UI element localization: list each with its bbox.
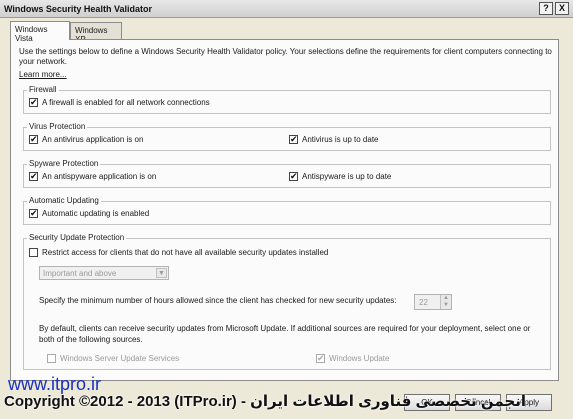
sources-description: By default, clients can receive security… [39, 324, 531, 344]
close-button[interactable]: X [555, 2, 569, 15]
checkbox-label: Windows Server Update Services [60, 354, 180, 363]
tab-windows-vista[interactable]: Windows Vista [10, 21, 70, 43]
learn-more-link[interactable]: Learn more... [19, 70, 67, 79]
checkbox-label: A firewall is enabled for all network co… [42, 98, 210, 107]
checkbox-box[interactable]: ✔ [29, 98, 38, 107]
firewall-checkbox[interactable]: ✔ A firewall is enabled for all network … [29, 98, 210, 107]
antivirus-up-to-date-checkbox[interactable]: ✔ Antivirus is up to date [289, 135, 378, 144]
group-legend: Firewall [27, 85, 59, 94]
checkbox-label: Restrict access for clients that do not … [42, 248, 329, 257]
checkbox-box[interactable]: ✔ [29, 135, 38, 144]
tab-windows-xp[interactable]: Windows XP [70, 22, 122, 44]
checkbox-box[interactable]: ✔ [289, 135, 298, 144]
help-icon: ? [543, 3, 549, 13]
checkbox-box[interactable]: ✔ [316, 354, 325, 363]
antivirus-on-checkbox[interactable]: ✔ An antivirus application is on [29, 135, 143, 144]
watermark-copyright: Copyright ©2012 - 2013 (ITPro.ir) - انجم… [4, 393, 527, 410]
hours-instruction: Specify the minimum number of hours allo… [39, 296, 397, 305]
antispyware-on-checkbox[interactable]: ✔ An antispyware application is on [29, 172, 156, 181]
severity-value: Important and above [43, 269, 117, 278]
checkbox-box[interactable]: ✔ [29, 172, 38, 181]
help-button[interactable]: ? [539, 2, 553, 15]
checkbox-label: Automatic updating is enabled [42, 209, 150, 218]
group-legend: Automatic Updating [27, 196, 101, 205]
wsus-checkbox[interactable]: Windows Server Update Services [47, 354, 179, 363]
hours-stepper[interactable]: 22 ▲ ▼ [414, 294, 452, 310]
spin-up-icon[interactable]: ▲ [440, 295, 451, 302]
checkbox-label: An antispyware application is on [42, 172, 157, 181]
chevron-down-icon: ▼ [156, 268, 167, 278]
group-legend: Spyware Protection [27, 159, 101, 168]
checkbox-box[interactable] [29, 248, 38, 257]
checkbox-box[interactable] [47, 354, 56, 363]
checkbox-label: An antivirus application is on [42, 135, 144, 144]
group-legend: Security Update Protection [27, 233, 127, 242]
windows-update-checkbox[interactable]: ✔ Windows Update [316, 354, 389, 363]
restrict-access-checkbox[interactable]: Restrict access for clients that do not … [29, 248, 328, 257]
spin-down-icon[interactable]: ▼ [440, 302, 451, 309]
checkbox-box[interactable]: ✔ [29, 209, 38, 218]
checkbox-label: Antivirus is up to date [302, 135, 379, 144]
antispyware-up-to-date-checkbox[interactable]: ✔ Antispyware is up to date [289, 172, 391, 181]
intro-text: Use the settings below to define a Windo… [19, 47, 552, 66]
window-title: Windows Security Health Validator [4, 4, 152, 14]
checkbox-box[interactable]: ✔ [289, 172, 298, 181]
checkbox-label: Antispyware is up to date [302, 172, 392, 181]
checkbox-label: Windows Update [329, 354, 390, 363]
close-icon: X [558, 3, 565, 13]
severity-select[interactable]: Important and above ▼ [39, 266, 169, 280]
title-bar: Windows Security Health Validator ? X [0, 0, 573, 18]
automatic-updating-checkbox[interactable]: ✔ Automatic updating is enabled [29, 209, 149, 218]
hours-value: 22 [419, 298, 428, 307]
group-legend: Virus Protection [27, 122, 88, 131]
